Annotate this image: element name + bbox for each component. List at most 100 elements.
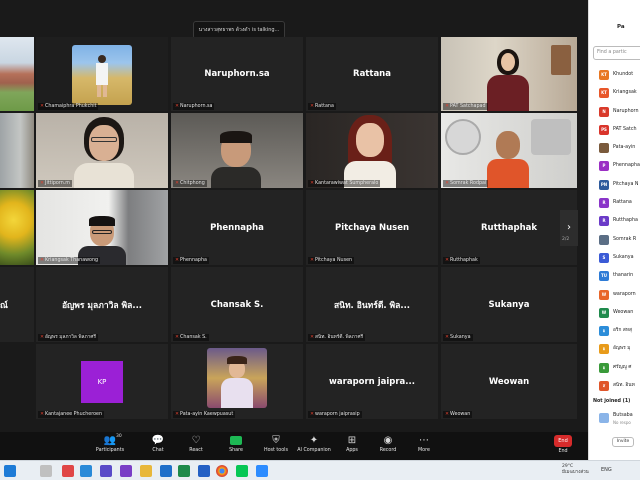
participant-name: ณ์	[0, 300, 8, 311]
participant-list-item[interactable]: N Naruphorn	[589, 103, 640, 121]
avatar: R	[599, 216, 609, 227]
participant-list-item[interactable]: W Weowan	[589, 304, 640, 322]
video-tile[interactable]: ✕PAT Satchapad	[441, 37, 577, 111]
app-icon[interactable]	[120, 465, 132, 477]
participant-list-item[interactable]: TU thanarin	[589, 267, 640, 285]
name-tile[interactable]: waraporn jaipra... ✕waraporn jaiprasip	[306, 344, 438, 419]
participant-list-item[interactable]: Somrak R	[589, 231, 640, 249]
more-button[interactable]: ⋯ More	[404, 434, 444, 454]
participant-video	[171, 113, 303, 188]
participant-caption: ✕Kantarawiwat Sumpheralo	[308, 180, 381, 187]
video-tile[interactable]: ✕Jittiporn.m	[36, 113, 168, 188]
participant-list-item[interactable]: PN Pitchaya N	[589, 176, 640, 194]
participant-caption: ✕PAT Satchapad	[443, 103, 488, 110]
participant-list-item[interactable]: อ ศรัญญู ศ	[589, 359, 640, 377]
folder-icon[interactable]	[140, 465, 152, 477]
participant-caption: ✕Rutthaphak	[443, 257, 480, 264]
name-tile[interactable]: Chansak S. ✕Chansak S.	[171, 267, 303, 342]
photo-tile[interactable]: ✕Pata-ayin Kaewpuasut	[171, 344, 303, 419]
video-tile[interactable]: ✕Kriangsak Thanawong	[36, 190, 168, 265]
language-indicator[interactable]: ENG	[601, 467, 612, 473]
share-button[interactable]: Share	[216, 434, 256, 454]
name-tile[interactable]: Weowan ✕Weowan	[441, 344, 577, 419]
end-meeting-button[interactable]: End	[554, 435, 572, 447]
participant-list-item[interactable]: อ อริก สหสุ	[589, 322, 640, 340]
participant-caption: ✕Chansak S.	[173, 334, 209, 341]
zoom-icon[interactable]	[256, 465, 268, 477]
app-icon[interactable]	[62, 465, 74, 477]
video-tile[interactable]: ✕Kantarawiwat Sumpheralo	[306, 113, 438, 188]
record-button[interactable]: ◉ Record	[368, 434, 408, 454]
participant-list: KT Khundot KT Kriangsak N Naruphorn PS PAT Satc…	[589, 66, 640, 395]
host-tools-button[interactable]: ⛨ Host tools	[256, 434, 296, 454]
weather-widget[interactable]: 29°C มีเมฆบางส่วน	[562, 464, 589, 476]
apps-button[interactable]: ⊞ Apps	[332, 434, 372, 454]
video-tile[interactable]	[0, 113, 34, 188]
record-icon: ◉	[383, 435, 393, 446]
react-button[interactable]: ♡ React	[176, 434, 216, 454]
participant-list-item[interactable]: KT Kriangsak	[589, 84, 640, 102]
chat-button[interactable]: 💬 Chat	[138, 434, 178, 454]
participants-button[interactable]: 👥 30 Participants	[90, 434, 130, 454]
video-tile[interactable]: ✕Chitphong	[171, 113, 303, 188]
chat-label: Chat	[152, 448, 164, 453]
video-tile[interactable]	[0, 37, 34, 111]
name-tile[interactable]: สนิท. อินทร์ดี. พิล... ✕สนิท. อินทร์ดี. …	[306, 267, 438, 342]
app-icon[interactable]	[198, 465, 210, 477]
participants-icon: 👥	[103, 435, 117, 446]
ai-companion-label: AI Companion	[297, 448, 331, 453]
avatar: KT	[599, 70, 609, 80]
participant-caption: ✕Jittiporn.m	[38, 180, 72, 187]
apps-label: Apps	[346, 448, 358, 453]
name-tile[interactable]: Pitchaya Nusen ✕Pitchaya Nusen	[306, 190, 438, 265]
video-tile[interactable]: ✕Chamaiphra Phukchit	[36, 37, 168, 111]
participant-list-item[interactable]: KT Khundot	[589, 66, 640, 84]
participant-name: อริก สหสุ	[613, 328, 632, 334]
participant-list-item[interactable]: Pata-ayin	[589, 139, 640, 157]
name-tile[interactable]: ณ์	[0, 267, 34, 342]
participant-avatar: KP	[81, 360, 123, 403]
name-tile[interactable]: Naruphorn.sa ✕Naruphorn.sa	[171, 37, 303, 111]
app-icon[interactable]	[80, 465, 92, 477]
participant-name: Somrak R	[613, 236, 637, 242]
avatar-tile[interactable]: KP ✕Kantajanee Phucheroen	[36, 344, 168, 419]
invite-button[interactable]: Invite	[612, 437, 634, 447]
name-tile[interactable]: Phennapha ✕Phennapha	[171, 190, 303, 265]
line-icon[interactable]	[236, 465, 248, 477]
avatar	[599, 234, 609, 245]
participant-list-item[interactable]: R Rutthapha	[589, 212, 640, 230]
participant-list-item[interactable]: P Phennapha	[589, 157, 640, 175]
participant-name: Naruphorn	[613, 108, 639, 114]
meeting-toolbar: 👥 30 Participants 💬 Chat ♡ React Share ⛨…	[0, 432, 588, 460]
video-tile[interactable]: ✕Somrak Rodpai	[441, 113, 577, 188]
name-tile[interactable]: อัญพร มุลภาวิล พิล... ✕อัญพร มุลภาวิล พิ…	[36, 267, 168, 342]
chrome-icon[interactable]	[216, 465, 228, 477]
participant-search-input[interactable]: Find a partic	[593, 46, 640, 60]
react-label: React	[189, 448, 203, 453]
panel-title: Pa	[617, 24, 625, 30]
name-tile[interactable]: Rutthaphak ✕Rutthaphak	[441, 190, 577, 265]
start-icon[interactable]	[4, 465, 16, 477]
participant-list-item[interactable]: ส สนิท. อินท	[589, 377, 640, 395]
participant-list-item[interactable]: S Sukanya	[589, 249, 640, 267]
participant-caption: ✕Rattana	[308, 103, 336, 110]
participant-list-item[interactable]: อ อัญพร มุ	[589, 340, 640, 358]
app-icon[interactable]	[178, 465, 190, 477]
participant-name: waraporn jaipra...	[329, 376, 415, 387]
name-tile[interactable]: Sukanya ✕Sukanya	[441, 267, 577, 342]
participant-list-item[interactable]: Wwaraporn	[589, 286, 640, 304]
video-tile[interactable]	[0, 190, 34, 265]
participant-list-item[interactable]: PS PAT Satch	[589, 121, 640, 139]
app-icon[interactable]	[100, 465, 112, 477]
not-joined-header: Not joined (1)	[593, 399, 631, 404]
host-tools-label: Host tools	[263, 448, 289, 453]
name-tile[interactable]: Rattana ✕Rattana	[306, 37, 438, 111]
participant-name: สนิท. อินทร์ดี. พิล...	[333, 300, 411, 311]
participant-name: Naruphorn.sa	[204, 69, 270, 79]
participant-name: Rattana	[613, 200, 632, 206]
ai-companion-button[interactable]: ✦ AI Companion	[294, 434, 334, 454]
participant-list-item[interactable]: R Rattana	[589, 194, 640, 212]
app-icon[interactable]	[40, 465, 52, 477]
participant-caption: ✕Phennapha	[173, 257, 209, 264]
app-icon[interactable]	[160, 465, 172, 477]
